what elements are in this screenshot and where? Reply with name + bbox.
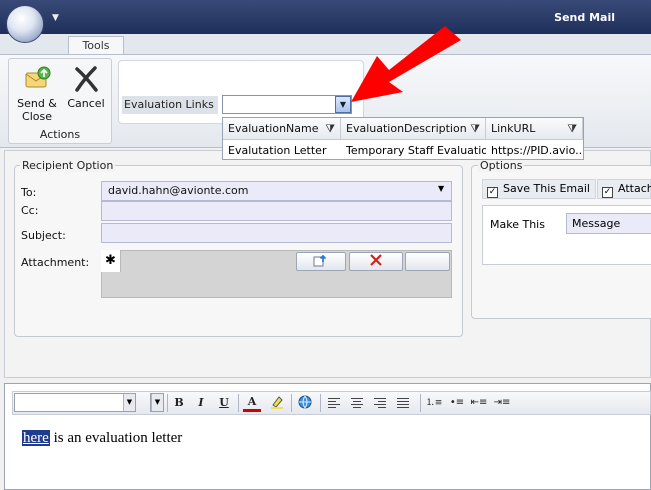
options-legend: Options (478, 159, 525, 172)
highlight-icon[interactable] (268, 394, 286, 412)
bold-button[interactable]: B (170, 394, 188, 412)
filter-icon[interactable]: ⧩ (567, 118, 577, 140)
application-orb-button[interactable] (6, 5, 44, 43)
send-mail-icon (25, 66, 51, 88)
subject-field[interactable] (101, 223, 452, 243)
to-field[interactable]: david.hahn@avionte.com (101, 181, 452, 201)
attach-label: Attach (618, 182, 651, 195)
cancel-button[interactable]: Cancel (64, 63, 108, 110)
filter-icon[interactable]: ⧩ (470, 118, 480, 140)
send-and-close-label: Send & Close (17, 97, 57, 123)
align-center-icon[interactable] (349, 394, 367, 412)
font-size-combo[interactable]: ▼ (150, 393, 164, 412)
cc-field[interactable] (101, 201, 452, 221)
attachment-blank-button[interactable] (405, 252, 450, 271)
underline-button[interactable]: U (215, 394, 233, 412)
filter-icon[interactable]: ⧩ (325, 118, 335, 140)
italic-button[interactable]: I (192, 394, 210, 412)
make-this-label: Make This (490, 218, 545, 231)
toolbar-separator (238, 394, 239, 412)
align-justify-icon[interactable] (395, 394, 413, 412)
toolbar-separator (420, 394, 421, 412)
dropdown-cell[interactable]: Temporary Staff Evaluatio... (341, 142, 486, 160)
column-header-evaluation-description[interactable]: EvaluationDescription ⧩ (341, 118, 486, 140)
cancel-label: Cancel (67, 97, 105, 110)
save-email-label: Save This Email (503, 182, 590, 195)
column-header-evaluation-name[interactable]: EvaluationName ⧩ (223, 118, 341, 140)
align-right-icon[interactable] (372, 394, 390, 412)
hyperlink-globe-icon[interactable] (296, 394, 314, 412)
actions-group-label: Actions (39, 128, 81, 141)
window-title: Send Mail (554, 11, 615, 24)
message-body[interactable]: here is an evaluation letter (22, 430, 182, 447)
numbered-list-icon[interactable]: ⒈≡ (425, 394, 443, 412)
message-body-text: is an evaluation letter (49, 430, 183, 446)
tab-tools[interactable]: Tools (68, 36, 124, 56)
evaluation-links-panel (118, 60, 364, 124)
evaluation-links-label: Evaluation Links (122, 96, 218, 114)
toolbar-separator (167, 394, 168, 412)
attach-checkbox[interactable]: ✓ (602, 187, 613, 198)
bullet-list-icon[interactable]: •≡ (448, 394, 466, 412)
font-name-combo[interactable]: ▼ (14, 393, 136, 412)
make-this-select[interactable]: Message (566, 213, 651, 234)
cc-label: Cc: (21, 204, 39, 217)
cancel-x-icon (75, 66, 98, 92)
remove-attachment-button[interactable] (349, 252, 403, 271)
delete-x-icon (370, 254, 382, 266)
chevron-down-icon[interactable]: ▼ (123, 394, 135, 411)
column-header-link-url[interactable]: LinkURL ⧩ (486, 118, 583, 140)
chevron-down-icon[interactable]: ▼ (151, 394, 163, 411)
dropdown-cell[interactable]: Evalutation Letter (223, 142, 341, 160)
align-left-icon[interactable] (326, 394, 344, 412)
font-color-button[interactable]: A (243, 394, 261, 412)
save-email-checkbox-row[interactable]: ✓ Save This Email (482, 179, 596, 199)
chevron-down-icon[interactable]: ▼ (438, 184, 444, 193)
recipient-option-legend: Recipient Option (20, 159, 116, 172)
new-row-icon[interactable]: ✱ (101, 250, 121, 272)
attachment-label: Attachment: (21, 256, 90, 269)
send-and-close-button[interactable]: Send & Close (12, 63, 62, 123)
increase-indent-icon[interactable]: ⇥≡ (493, 394, 511, 412)
evaluation-links-combo[interactable] (222, 95, 352, 114)
toolbar-separator (291, 394, 292, 412)
attach-checkbox-row[interactable]: ✓ Attach (597, 179, 651, 199)
quick-access-dropdown-icon[interactable]: ▼ (52, 13, 59, 23)
save-email-checkbox[interactable]: ✓ (487, 187, 498, 198)
evaluation-hyperlink[interactable]: here (22, 430, 50, 446)
to-label: To: (21, 186, 37, 199)
decrease-indent-icon[interactable]: ⇤≡ (470, 394, 488, 412)
upload-icon (313, 254, 327, 267)
subject-label: Subject: (21, 229, 66, 242)
red-arrow-icon (351, 26, 461, 102)
upload-attachment-button[interactable] (296, 252, 346, 271)
toolbar-separator (320, 394, 321, 412)
dropdown-cell[interactable]: https://PID.avio... (486, 142, 583, 160)
